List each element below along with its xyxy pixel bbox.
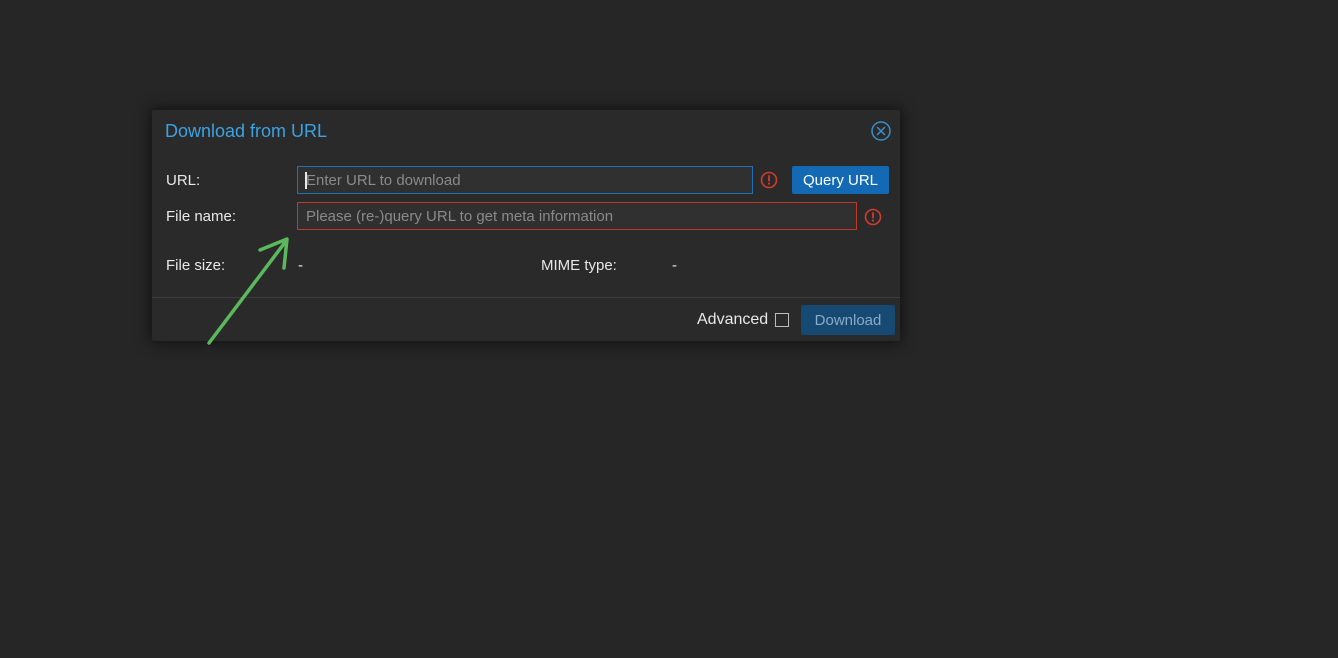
download-button[interactable]: Download bbox=[801, 305, 895, 335]
query-url-button[interactable]: Query URL bbox=[792, 166, 889, 194]
file-name-input[interactable] bbox=[297, 202, 857, 230]
close-icon[interactable] bbox=[871, 121, 891, 141]
advanced-label: Advanced bbox=[697, 311, 769, 328]
mime-type-value: - bbox=[672, 257, 677, 274]
exclamation-circle-icon bbox=[864, 208, 882, 226]
url-label: URL: bbox=[166, 172, 201, 189]
arrow-icon bbox=[207, 237, 289, 345]
url-input[interactable] bbox=[297, 166, 753, 194]
dialog-title: Download from URL bbox=[165, 121, 328, 141]
mime-type-label: MIME type: bbox=[541, 257, 617, 274]
file-name-label: File name: bbox=[166, 208, 237, 225]
advanced-checkbox[interactable] bbox=[775, 313, 789, 327]
exclamation-circle-icon bbox=[760, 171, 778, 189]
text-cursor bbox=[305, 172, 307, 189]
